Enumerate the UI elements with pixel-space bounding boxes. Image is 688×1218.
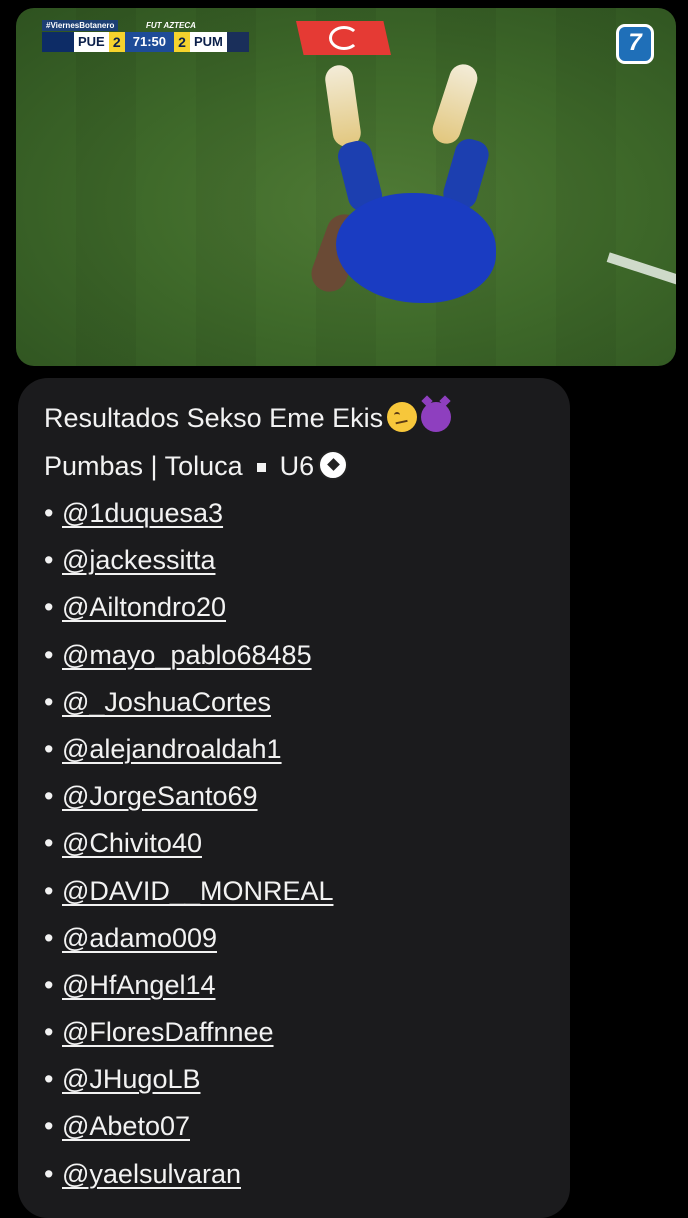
right-boot bbox=[429, 60, 481, 148]
list-item: • @alejandroaldah1 bbox=[44, 726, 333, 773]
mention-link[interactable]: @DAVID__MONREAL bbox=[62, 876, 333, 906]
list-item: • @jackessitta bbox=[44, 537, 333, 584]
square-bullet-icon bbox=[256, 463, 266, 472]
bullet: • bbox=[44, 922, 54, 953]
bullet: • bbox=[44, 733, 54, 764]
away-crest-icon bbox=[226, 32, 249, 52]
mention-link[interactable]: @jackessitta bbox=[62, 545, 215, 575]
list-item: • @1duquesa3 bbox=[44, 490, 333, 537]
bullet: • bbox=[44, 781, 54, 812]
scoreboard: #ViernesBotanero FUT AZTECA PUE 2 71:50 … bbox=[42, 20, 294, 54]
soccer-ball-icon bbox=[318, 450, 349, 480]
bullet: • bbox=[44, 1064, 54, 1095]
home-team: PUE bbox=[74, 32, 109, 52]
mention-link[interactable]: @adamo009 bbox=[62, 923, 217, 953]
away-score: 2 bbox=[173, 32, 190, 52]
mention-link[interactable]: @Abeto07 bbox=[62, 1111, 190, 1141]
mention-link[interactable]: @JorgeSanto69 bbox=[62, 781, 258, 811]
list-item: • @_JoshuaCortes bbox=[44, 679, 333, 726]
mention-link[interactable]: @Chivito40 bbox=[62, 828, 202, 858]
scoreboard-row: PUE 2 71:50 2 PUM bbox=[42, 32, 292, 52]
list-item: • @yaelsulvaran bbox=[44, 1151, 333, 1198]
headline-line-2: Pumbas | Toluca U6 bbox=[44, 442, 554, 490]
mention-link[interactable]: @FloresDaffnnee bbox=[62, 1017, 274, 1047]
list-item: • @JorgeSanto69 bbox=[44, 773, 333, 820]
scoreboard-brand: FUT AZTECA bbox=[146, 21, 196, 30]
mention-link[interactable]: @yaelsulvaran bbox=[62, 1159, 241, 1189]
bullet: • bbox=[44, 498, 54, 528]
mention-link[interactable]: @alejandroaldah1 bbox=[62, 734, 282, 764]
scoreboard-hashtag: #ViernesBotanero bbox=[42, 20, 119, 31]
bullet: • bbox=[44, 545, 54, 576]
bullet: • bbox=[44, 1158, 54, 1189]
list-item: • @Ailtondro20 bbox=[44, 584, 333, 631]
player-figure bbox=[306, 60, 511, 313]
sponsor-logo bbox=[296, 21, 391, 55]
home-crest-icon bbox=[42, 32, 74, 52]
bullet: • bbox=[44, 1111, 54, 1142]
headline-text-3: U6 bbox=[279, 451, 315, 481]
away-team: PUM bbox=[189, 32, 227, 52]
post-headline: Resultados Sekso Eme Ekis Pumbas | Toluc… bbox=[44, 394, 554, 490]
headline-text-1: Resultados Sekso Eme Ekis bbox=[44, 403, 384, 433]
list-item: • @adamo009 bbox=[44, 915, 333, 962]
mention-list: • @1duquesa3 • @jackessitta • @Ailtondro20 … bbox=[44, 490, 333, 1198]
bullet: • bbox=[44, 875, 54, 906]
left-boot bbox=[323, 63, 363, 149]
bullet: • bbox=[44, 686, 54, 717]
home-score: 2 bbox=[108, 32, 125, 52]
headline-line-1: Resultados Sekso Eme Ekis bbox=[44, 394, 554, 442]
list-item: • @HfAngel14 bbox=[44, 962, 333, 1009]
headline-text-2: Pumbas | Toluca bbox=[44, 451, 243, 481]
bullet: • bbox=[44, 1017, 54, 1048]
player-shorts bbox=[336, 193, 496, 303]
sponsor-mark-icon bbox=[328, 26, 359, 50]
list-item: • @FloresDaffnnee bbox=[44, 1009, 333, 1056]
bullet: • bbox=[44, 969, 54, 1000]
bullet: • bbox=[44, 639, 54, 670]
bullet: • bbox=[44, 592, 54, 623]
smiling-devil-icon bbox=[421, 402, 452, 432]
mention-link[interactable]: @Ailtondro20 bbox=[62, 592, 226, 622]
channel-logo: 7 bbox=[616, 24, 654, 64]
list-item: • @Chivito40 bbox=[44, 820, 333, 867]
pitch-line bbox=[606, 252, 676, 290]
list-item: • @Abeto07 bbox=[44, 1103, 333, 1150]
match-clock: 71:50 bbox=[124, 32, 174, 52]
list-item: • @DAVID__MONREAL bbox=[44, 868, 333, 915]
mention-link[interactable]: @1duquesa3 bbox=[62, 498, 223, 528]
mention-link[interactable]: @_JoshuaCortes bbox=[62, 687, 271, 717]
woozy-face-icon bbox=[387, 402, 418, 432]
mention-link[interactable]: @HfAngel14 bbox=[62, 970, 216, 1000]
list-item: • @mayo_pablo68485 bbox=[44, 632, 333, 679]
list-item: • @JHugoLB bbox=[44, 1056, 333, 1103]
mention-link[interactable]: @JHugoLB bbox=[62, 1064, 200, 1094]
video-thumbnail[interactable]: #ViernesBotanero FUT AZTECA PUE 2 71:50 … bbox=[16, 8, 676, 366]
bullet: • bbox=[44, 828, 54, 859]
post-bubble: Resultados Sekso Eme Ekis Pumbas | Toluc… bbox=[18, 378, 570, 1218]
mention-link[interactable]: @mayo_pablo68485 bbox=[62, 640, 312, 670]
